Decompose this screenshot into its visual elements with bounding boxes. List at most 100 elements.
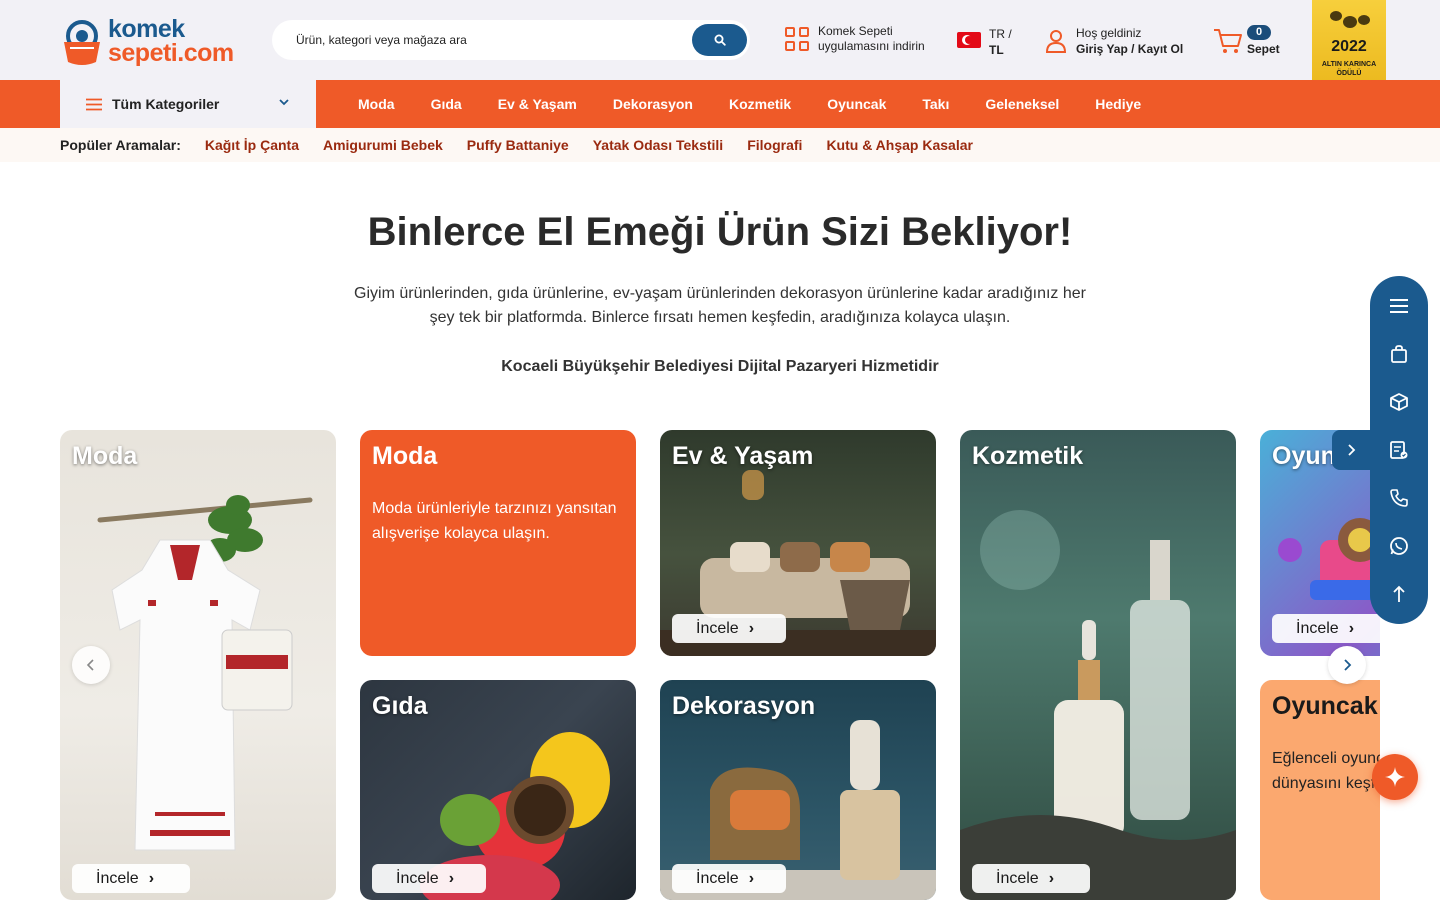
main-nav: Tüm Kategoriler Moda Gıda Ev & Yaşam Dek… (0, 80, 1440, 128)
shopping-bag-icon (1391, 345, 1407, 363)
search-icon (714, 34, 726, 46)
nav-item-oyuncak[interactable]: Oyuncak (809, 96, 904, 112)
nav-item-hediye[interactable]: Hediye (1077, 96, 1159, 112)
menu-icon (1390, 299, 1408, 313)
popular-item[interactable]: Yatak Odası Tekstili (593, 137, 723, 153)
all-categories-label: Tüm Kategoriler (112, 96, 220, 112)
carousel-next-button[interactable] (1328, 646, 1366, 684)
order-list-icon (1390, 441, 1408, 459)
login-link[interactable]: Giriş Yap / Kayıt Ol (1076, 41, 1183, 57)
popular-searches: Popüler Aramalar: Kağıt İp Çanta Amiguru… (0, 128, 1440, 162)
incele-button[interactable]: İncele › (972, 864, 1090, 893)
package-icon (1390, 393, 1408, 411)
nav-item-gida[interactable]: Gıda (413, 96, 480, 112)
welcome-text: Hoş geldiniz (1076, 26, 1142, 40)
hero-desc-line2: şey tek bir platformda. Binlerce fırsatı… (429, 309, 1011, 326)
dock-phone-button[interactable] (1370, 474, 1428, 522)
search-button[interactable] (692, 24, 747, 56)
popular-item[interactable]: Amigurumi Bebek (323, 137, 443, 153)
incele-button[interactable]: İncele › (1272, 614, 1380, 643)
hero-description: Giyim ürünlerinden, gıda ürünlerine, ev-… (340, 282, 1100, 330)
incele-button[interactable]: İncele › (672, 864, 786, 893)
dock-scroll-top-button[interactable] (1370, 570, 1428, 618)
dock-whatsapp-button[interactable] (1370, 522, 1428, 570)
popular-item[interactable]: Puffy Battaniye (467, 137, 569, 153)
incele-button[interactable]: İncele › (372, 864, 486, 893)
chevron-right-icon: › (748, 619, 755, 637)
chevron-right-icon: › (748, 869, 755, 887)
nav-item-ev-yasam[interactable]: Ev & Yaşam (480, 96, 595, 112)
qr-code-icon (785, 27, 809, 51)
category-card-dekorasyon[interactable]: Dekorasyon İncele › (660, 680, 936, 900)
turkey-flag-icon (957, 32, 981, 48)
hero-desc-line1: Giyim ürünlerinden, gıda ürünlerine, ev-… (354, 285, 1086, 302)
award-year: 2022 (1331, 38, 1367, 55)
hero-title: Binlerce El Emeği Ürün Sizi Bekliyor! (367, 210, 1073, 254)
chevron-down-icon (279, 99, 289, 106)
user-icon (1045, 30, 1067, 53)
nav-item-moda[interactable]: Moda (340, 96, 413, 112)
chevron-right-icon (1348, 444, 1356, 456)
search-input[interactable] (296, 20, 686, 60)
chevron-right-icon: › (1348, 619, 1355, 637)
app-download[interactable]: Komek Sepeti uygulamasını indirin (784, 24, 925, 54)
chevron-right-icon (1344, 659, 1352, 671)
incele-button[interactable]: İncele › (72, 864, 190, 893)
app-download-text: Komek Sepeti uygulamasını indirin (818, 24, 925, 54)
dock-box-button[interactable] (1370, 378, 1428, 426)
chevron-right-icon: › (148, 869, 155, 887)
dock-menu-button[interactable] (1370, 282, 1428, 330)
incele-label: İncele (996, 869, 1039, 887)
card-title: Dekorasyon (672, 692, 816, 720)
award-subtitle: ALTIN KARINCA ÖDÜLÜ (1312, 60, 1386, 78)
ant-icon (1330, 11, 1370, 28)
category-carousel: Moda İncele › Moda Moda ürünleriyle tarzı… (60, 430, 1380, 900)
all-categories-button[interactable]: Tüm Kategoriler (60, 80, 316, 128)
card-title: Ev & Yaşam (672, 442, 814, 470)
category-card-gida[interactable]: Gıda İncele › (360, 680, 636, 900)
category-card-ev-yasam[interactable]: Ev & Yaşam İncele › (660, 430, 936, 656)
card-description: Moda ürünleriyle tarzınızı yansıtan alış… (372, 500, 617, 542)
dock-bag-button[interactable] (1370, 330, 1428, 378)
card-title: Moda (72, 442, 138, 470)
language-currency-selector[interactable]: TR / TL (957, 26, 1012, 58)
nav-item-taki[interactable]: Takı (904, 96, 967, 112)
cosmetics-image (960, 510, 1236, 900)
search-bar (272, 20, 750, 60)
popular-item[interactable]: Kağıt İp Çanta (205, 137, 299, 153)
popular-item[interactable]: Kutu & Ahşap Kasalar (826, 137, 973, 153)
incele-label: İncele (396, 869, 439, 887)
popular-item[interactable]: Filografi (747, 137, 802, 153)
cart-count-badge: 0 (1247, 25, 1271, 40)
popular-label: Popüler Aramalar: (60, 137, 181, 153)
basket-logo-icon (60, 16, 104, 66)
card-description: Eğlenceli oyuncaklarla hayal dünyasını k… (1272, 750, 1380, 792)
logo-line2: sepeti.com (108, 39, 234, 67)
nav-item-dekorasyon[interactable]: Dekorasyon (595, 96, 711, 112)
cart-button[interactable]: 0 Sepet (1212, 24, 1302, 60)
logo-line1: komek (108, 15, 185, 43)
lang-line2: TL (989, 43, 1004, 57)
nav-item-geleneksel[interactable]: Geleneksel (967, 96, 1077, 112)
cart-label: Sepet (1247, 42, 1280, 56)
nav-item-kozmetik[interactable]: Kozmetik (711, 96, 809, 112)
account-menu[interactable]: Hoş geldiniz Giriş Yap / Kayıt Ol (1044, 25, 1183, 57)
phone-icon (1390, 489, 1408, 507)
dock-toggle-button[interactable] (1332, 430, 1370, 470)
chevron-right-icon: › (1048, 869, 1055, 887)
header: komek sepeti.com Komek Sepeti uygulaması… (0, 0, 1440, 104)
whatsapp-icon (1390, 537, 1408, 555)
category-card-moda-image[interactable]: Moda İncele › (60, 430, 336, 900)
category-card-oyuncak-text[interactable]: Oyuncak Eğlenceli oyuncaklarla hayal dün… (1260, 680, 1380, 900)
category-card-moda-text[interactable]: Moda Moda ürünleriyle tarzınızı yansıtan… (360, 430, 636, 656)
incele-label: İncele (96, 869, 139, 887)
award-sub2: ÖDÜLÜ (1336, 70, 1362, 77)
logo[interactable]: komek sepeti.com (60, 14, 235, 68)
incele-button[interactable]: İncele › (672, 614, 786, 643)
chevron-right-icon: › (448, 869, 455, 887)
ai-assistant-button[interactable] (1372, 754, 1418, 800)
category-card-kozmetik[interactable]: Kozmetik İncele › (960, 430, 1236, 900)
dock-orders-button[interactable] (1370, 426, 1428, 474)
carousel-prev-button[interactable] (72, 646, 110, 684)
award-sub1: ALTIN KARINCA (1321, 61, 1377, 68)
